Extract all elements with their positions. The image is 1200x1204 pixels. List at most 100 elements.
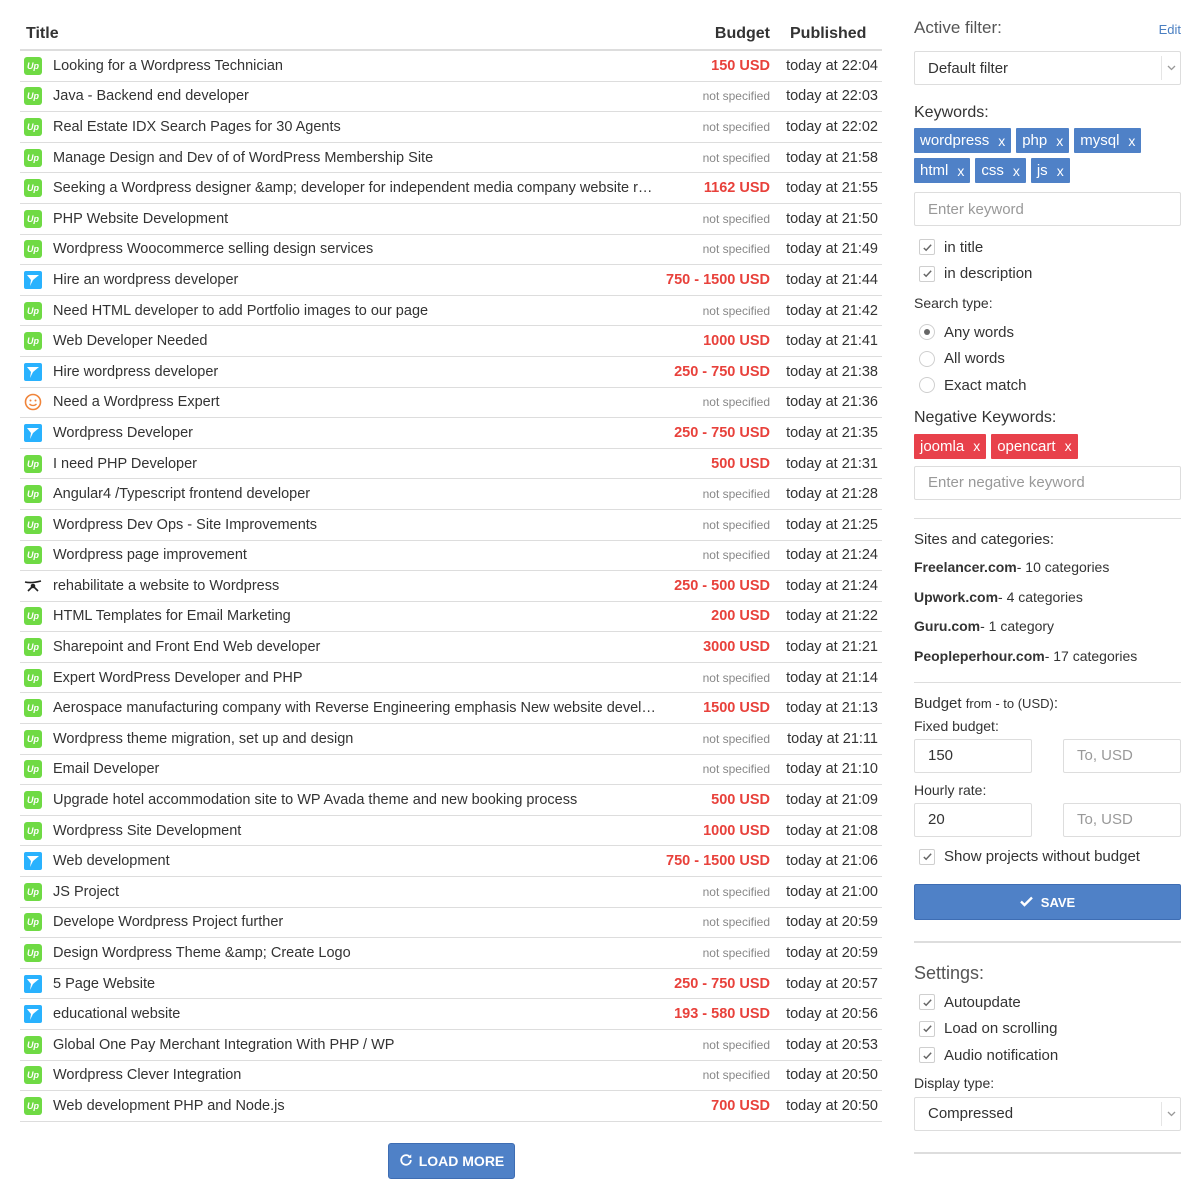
remove-tag-icon[interactable]: x — [1057, 163, 1064, 179]
project-title[interactable]: Aerospace manufacturing company with Rev… — [53, 700, 660, 716]
remove-tag-icon[interactable]: x — [1065, 438, 1072, 454]
table-row[interactable]: Seeking a Wordpress designer &amp; devel… — [20, 173, 882, 204]
site-name[interactable]: Peopleperhour.com — [914, 648, 1045, 664]
table-row[interactable]: Wordpress Clever Integration not specifie… — [20, 1061, 882, 1092]
in-description-checkbox[interactable]: in description — [914, 261, 1181, 288]
hourly-rate-from-input[interactable]: 20 — [914, 802, 1032, 837]
table-row[interactable]: educational website 193 - 580 USD today at… — [20, 999, 882, 1030]
load-on-scrolling-checkbox[interactable]: Load on scrolling — [914, 1016, 1181, 1043]
project-title[interactable]: Design Wordpress Theme &amp; Create Logo — [53, 945, 660, 961]
table-row[interactable]: Expert WordPress Developer and PHP not sp… — [20, 663, 882, 694]
table-row[interactable]: Design Wordpress Theme &amp; Create Logo… — [20, 938, 882, 969]
project-title[interactable]: Need a Wordpress Expert — [53, 394, 660, 410]
active-filter-select[interactable]: Default filter — [914, 51, 1181, 85]
show-without-budget-checkbox[interactable]: Show projects without budget — [914, 844, 1181, 871]
project-title[interactable]: Manage Design and Dev of of WordPress Me… — [53, 150, 660, 166]
table-row[interactable]: Wordpress Dev Ops - Site Improvements not… — [20, 510, 882, 541]
column-header-title[interactable]: Title — [20, 25, 626, 43]
project-title[interactable]: Upgrade hotel accommodation site to WP A… — [53, 792, 660, 808]
table-row[interactable]: Develope Wordpress Project further not sp… — [20, 908, 882, 939]
keyword-input[interactable]: Enter keyword — [914, 192, 1181, 226]
in-title-checkbox[interactable]: in title — [914, 234, 1181, 261]
project-title[interactable]: Wordpress Dev Ops - Site Improvements — [53, 517, 660, 533]
project-title[interactable]: Hire wordpress developer — [53, 364, 660, 380]
table-row[interactable]: Aerospace manufacturing company with Rev… — [20, 693, 882, 725]
project-title[interactable]: 5 Page Website — [53, 976, 660, 992]
hourly-rate-to-input[interactable]: To, USD — [1063, 802, 1181, 837]
autoupdate-checkbox[interactable]: Autoupdate — [914, 989, 1181, 1016]
table-row[interactable]: Java - Backend end developer not specifie… — [20, 82, 882, 113]
table-row[interactable]: Web development PHP and Node.js 700 USD to… — [20, 1091, 882, 1122]
project-title[interactable]: Need HTML developer to add Portfolio ima… — [53, 303, 660, 319]
project-title[interactable]: Wordpress theme migration, set up and de… — [53, 731, 660, 747]
project-title[interactable]: Wordpress Clever Integration — [53, 1067, 660, 1083]
table-row[interactable]: Wordpress Site Development 1000 USD today … — [20, 816, 882, 847]
table-row[interactable]: rehabilitate a website to Wordpress 250 -… — [20, 571, 882, 602]
remove-tag-icon[interactable]: x — [973, 438, 980, 454]
search-type-radio[interactable]: Any words — [914, 319, 1181, 346]
table-row[interactable]: JS Project not specified today at 21:00 — [20, 877, 882, 908]
table-row[interactable]: Web development 750 - 1500 USD today at 21… — [20, 846, 882, 878]
project-title[interactable]: Web development — [53, 853, 660, 869]
table-row[interactable]: Web Developer Needed 1000 USD today at 21:… — [20, 326, 882, 357]
table-row[interactable]: HTML Templates for Email Marketing 200 US… — [20, 602, 882, 633]
project-title[interactable]: Seeking a Wordpress designer &amp; devel… — [53, 180, 660, 196]
project-title[interactable]: Web development PHP and Node.js — [53, 1098, 660, 1114]
table-row[interactable]: Looking for a Wordpress Technician 150 US… — [20, 51, 882, 82]
site-name[interactable]: Freelancer.com — [914, 559, 1017, 575]
project-title[interactable]: Real Estate IDX Search Pages for 30 Agen… — [53, 119, 660, 135]
edit-filter-link[interactable]: Edit — [1159, 22, 1181, 37]
table-row[interactable]: Hire wordpress developer 250 - 750 USD tod… — [20, 357, 882, 388]
fixed-budget-from-input[interactable]: 150 — [914, 738, 1032, 773]
table-row[interactable]: Wordpress theme migration, set up and de… — [20, 724, 882, 755]
project-title[interactable]: Wordpress Woocommerce selling design ser… — [53, 241, 660, 257]
table-row[interactable]: PHP Website Development not specified toda… — [20, 204, 882, 235]
audio-notification-checkbox[interactable]: Audio notification — [914, 1042, 1181, 1069]
fixed-budget-to-input[interactable]: To, USD — [1063, 738, 1181, 773]
search-type-radio[interactable]: All words — [914, 346, 1181, 373]
project-title[interactable]: HTML Templates for Email Marketing — [53, 608, 660, 624]
table-row[interactable]: Email Developer not specified today at 21:… — [20, 755, 882, 786]
negative-keyword-input[interactable]: Enter negative keyword — [914, 465, 1181, 500]
table-row[interactable]: Wordpress page improvement not specified t… — [20, 541, 882, 572]
project-title[interactable]: Java - Backend end developer — [53, 88, 660, 104]
site-category-item[interactable]: Freelancer.com - 10 categories — [914, 553, 1181, 583]
remove-tag-icon[interactable]: x — [1128, 133, 1135, 149]
project-title[interactable]: I need PHP Developer — [53, 456, 660, 472]
site-name[interactable]: Guru.com — [914, 618, 980, 634]
project-title[interactable]: Angular4 /Typescript frontend developer — [53, 486, 660, 502]
table-row[interactable]: Angular4 /Typescript frontend developer n… — [20, 479, 882, 510]
table-row[interactable]: Sharepoint and Front End Web developer 30… — [20, 632, 882, 663]
table-row[interactable]: Global One Pay Merchant Integration With… — [20, 1030, 882, 1061]
table-row[interactable]: Manage Design and Dev of of WordPress Me… — [20, 143, 882, 174]
project-title[interactable]: Expert WordPress Developer and PHP — [53, 670, 660, 686]
remove-tag-icon[interactable]: x — [1013, 163, 1020, 179]
project-title[interactable]: Email Developer — [53, 761, 660, 777]
table-row[interactable]: Upgrade hotel accommodation site to WP A… — [20, 785, 882, 816]
site-category-item[interactable]: Guru.com - 1 category — [914, 612, 1181, 642]
project-title[interactable]: Hire an wordpress developer — [53, 272, 660, 288]
project-title[interactable]: Looking for a Wordpress Technician — [53, 58, 660, 74]
table-row[interactable]: Need HTML developer to add Portfolio ima… — [20, 296, 882, 327]
column-header-budget[interactable]: Budget — [626, 25, 776, 43]
table-row[interactable]: Need a Wordpress Expert not specified toda… — [20, 388, 882, 419]
project-title[interactable]: JS Project — [53, 884, 660, 900]
column-header-published[interactable]: Published — [776, 25, 882, 43]
project-title[interactable]: Develope Wordpress Project further — [53, 914, 660, 930]
site-category-item[interactable]: Upwork.com - 4 categories — [914, 582, 1181, 612]
project-title[interactable]: rehabilitate a website to Wordpress — [53, 578, 660, 594]
remove-tag-icon[interactable]: x — [957, 163, 964, 179]
project-title[interactable]: Wordpress page improvement — [53, 547, 660, 563]
table-row[interactable]: Wordpress Developer 250 - 750 USD today at… — [20, 418, 882, 449]
table-row[interactable]: Real Estate IDX Search Pages for 30 Agen… — [20, 112, 882, 143]
site-category-item[interactable]: Peopleperhour.com - 17 categories — [914, 641, 1181, 671]
project-title[interactable]: Wordpress Site Development — [53, 823, 660, 839]
display-type-select[interactable]: Compressed — [914, 1096, 1181, 1131]
project-title[interactable]: Global One Pay Merchant Integration With… — [53, 1037, 660, 1053]
project-title[interactable]: educational website — [53, 1006, 660, 1022]
project-title[interactable]: Web Developer Needed — [53, 333, 660, 349]
project-title[interactable]: Wordpress Developer — [53, 425, 660, 441]
remove-tag-icon[interactable]: x — [998, 133, 1005, 149]
remove-tag-icon[interactable]: x — [1056, 133, 1063, 149]
table-row[interactable]: 5 Page Website 250 - 750 USD today at 20:5… — [20, 969, 882, 1000]
